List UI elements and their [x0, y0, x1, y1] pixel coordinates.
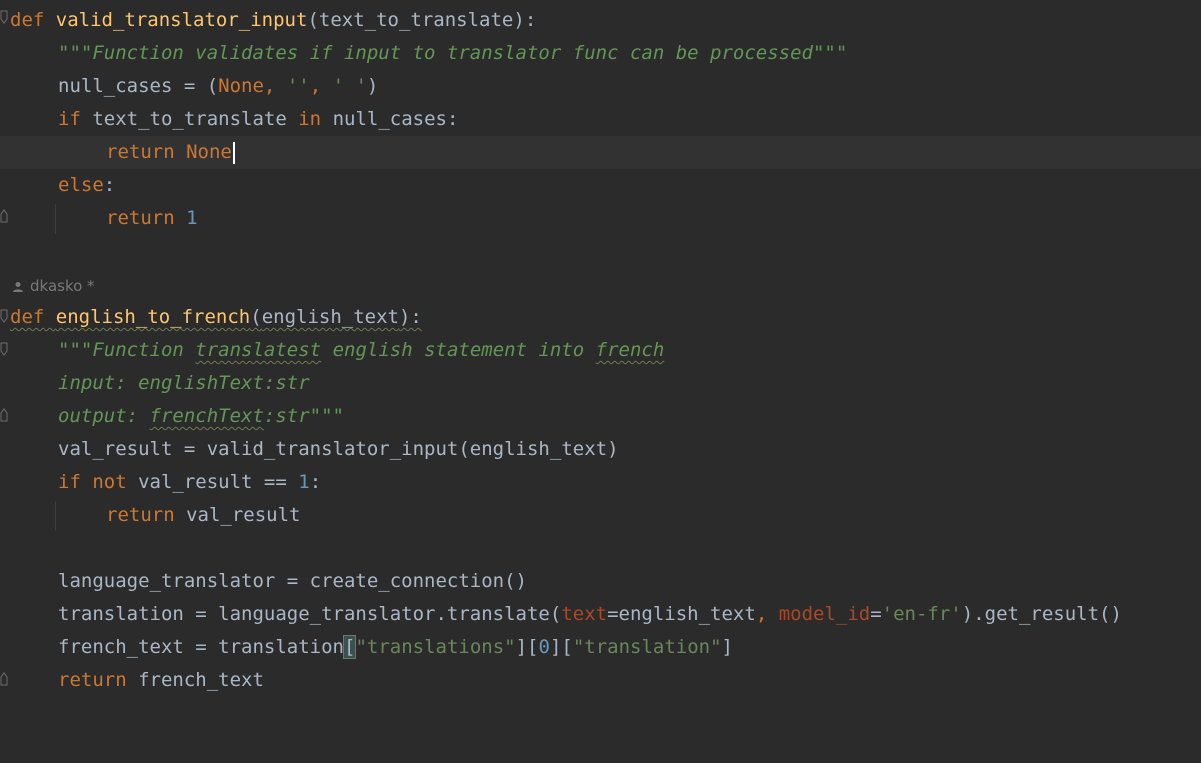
- number-literal: 1: [186, 207, 198, 229]
- string-literal: "translations": [355, 636, 516, 658]
- punctuation: ]: [721, 636, 733, 658]
- code-editor[interactable]: def valid_translator_input(text_to_trans…: [0, 0, 1201, 712]
- keyword-argument: model_id: [778, 603, 871, 625]
- punctuation: ,: [309, 75, 333, 97]
- string-literal: '': [286, 75, 310, 97]
- keyword-else: else: [58, 174, 104, 196]
- code-line[interactable]: if text_to_translate in null_cases:: [0, 103, 1201, 136]
- code-line[interactable]: else:: [0, 169, 1201, 202]
- code-line[interactable]: return french_text: [0, 664, 1201, 697]
- string-literal: "translation": [572, 636, 722, 658]
- docstring: input: englishText:str: [58, 372, 310, 394]
- code-line[interactable]: output: frenchText:str""": [0, 400, 1201, 433]
- code-line[interactable]: val_result = valid_translator_input(engl…: [0, 433, 1201, 466]
- keyword-not: not: [80, 471, 127, 493]
- code-author-hint[interactable]: dkasko *: [12, 274, 95, 298]
- punctuation: =: [870, 603, 882, 625]
- punctuation: :: [309, 471, 322, 493]
- docstring: """Function: [58, 339, 196, 361]
- code-line[interactable]: """Function translatest english statemen…: [0, 334, 1201, 367]
- punctuation: :: [103, 174, 116, 196]
- statement-text: ).get_result(): [961, 603, 1122, 625]
- statement-text: language_translator = create_connection(…: [58, 570, 527, 592]
- punctuation: ): [366, 75, 379, 97]
- keyword-argument: text: [561, 603, 608, 625]
- docstring: english statement into: [321, 339, 596, 361]
- statement-text: translation = language_translator.transl…: [58, 603, 562, 625]
- string-literal: 'en-fr': [881, 603, 962, 625]
- code-line[interactable]: french_text = translation["translations"…: [0, 631, 1201, 664]
- docstring-typo: french: [595, 339, 665, 361]
- punctuation: ):: [398, 306, 422, 328]
- punctuation: ):: [513, 9, 537, 31]
- statement-text: val_result = valid_translator_input(engl…: [58, 438, 619, 460]
- code-line[interactable]: return val_result: [0, 499, 1201, 532]
- statement-text: text_to_translate: [80, 108, 299, 130]
- statement-text: val_result ==: [126, 471, 299, 493]
- string-literal: ' ': [332, 75, 367, 97]
- text-caret: [232, 141, 235, 164]
- code-line[interactable]: language_translator = create_connection(…: [0, 565, 1201, 598]
- statement-text: val_result: [174, 504, 301, 526]
- keyword-in: in: [298, 108, 322, 130]
- punctuation: ,: [263, 75, 287, 97]
- author-name: dkasko *: [30, 277, 95, 295]
- matched-bracket: [: [342, 635, 357, 659]
- docstring-typo: frenchText: [149, 405, 264, 427]
- punctuation: (: [307, 9, 319, 31]
- code-line[interactable]: def english_to_french(english_text):: [0, 301, 1201, 334]
- keyword-if: if: [58, 471, 81, 493]
- current-code-line[interactable]: return None: [0, 136, 1201, 169]
- docstring: :str""": [263, 405, 344, 427]
- code-line[interactable]: translation = language_translator.transl…: [0, 598, 1201, 631]
- docstring-typo: translatest: [195, 339, 322, 361]
- person-icon: [13, 281, 23, 292]
- statement-text: french_text: [126, 669, 264, 691]
- function-name: english_to_french: [55, 306, 251, 328]
- code-line[interactable]: if not val_result == 1:: [0, 466, 1201, 499]
- number-literal: 0: [538, 636, 550, 658]
- keyword-return: return: [106, 207, 175, 229]
- statement-text: null_cases = (: [58, 75, 219, 97]
- keyword-return: return: [106, 504, 175, 526]
- statement-text: french_text = translation: [58, 636, 344, 658]
- code-line[interactable]: [0, 532, 1201, 565]
- keyword-none: None: [186, 141, 232, 163]
- punctuation: ,: [755, 603, 779, 625]
- parameter: text_to_translate: [318, 9, 514, 31]
- punctuation: (: [250, 306, 262, 328]
- number-literal: 1: [298, 471, 310, 493]
- code-line[interactable]: return 1: [0, 202, 1201, 235]
- punctuation: ][: [549, 636, 573, 658]
- code-line[interactable]: input: englishText:str: [0, 367, 1201, 400]
- keyword-if: if: [58, 108, 81, 130]
- code-line[interactable]: def valid_translator_input(text_to_trans…: [0, 4, 1201, 37]
- keyword-return: return: [106, 141, 175, 163]
- punctuation: ][: [515, 636, 539, 658]
- parameter: english_text: [261, 306, 399, 328]
- statement-text: =english_text: [607, 603, 756, 625]
- docstring: """Function validates if input to transl…: [58, 42, 848, 64]
- docstring: output:: [58, 405, 150, 427]
- keyword-def: def: [10, 306, 45, 328]
- code-line[interactable]: """Function validates if input to transl…: [0, 37, 1201, 70]
- keyword-none: None: [218, 75, 264, 97]
- keyword-def: def: [10, 9, 45, 31]
- function-name: valid_translator_input: [55, 9, 308, 31]
- code-line[interactable]: null_cases = (None, '', ' '): [0, 70, 1201, 103]
- keyword-return: return: [58, 669, 127, 691]
- statement-text: null_cases:: [321, 108, 459, 130]
